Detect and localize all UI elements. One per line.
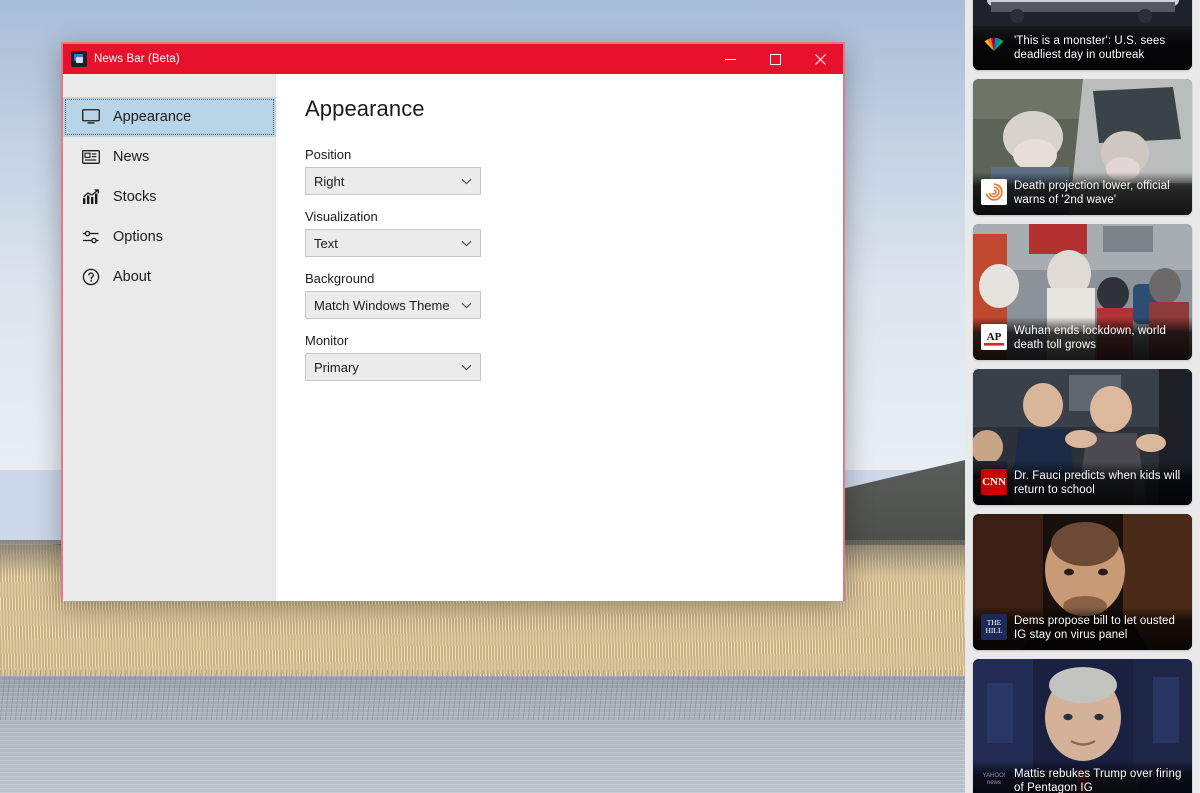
news-headline: 'This is a monster': U.S. sees deadliest… bbox=[1014, 35, 1166, 61]
news-card[interactable]: Death projection lower, official warns o… bbox=[973, 79, 1192, 215]
dropdown-value: Text bbox=[314, 235, 338, 251]
sidebar-item-label: Options bbox=[113, 228, 163, 245]
cnn-logo: CNN bbox=[981, 469, 1007, 495]
news-headline: Mattis rebukes Trump over firing of Pent… bbox=[1014, 768, 1182, 793]
window-controls bbox=[708, 44, 843, 74]
chevron-down-icon bbox=[461, 234, 472, 252]
news-headline: Dr. Fauci predicts when kids will return… bbox=[1014, 470, 1181, 496]
chevron-down-icon bbox=[461, 296, 472, 314]
news-overlay: 'This is a monster': U.S. sees deadliest… bbox=[973, 27, 1192, 70]
sidebar-item-label: Appearance bbox=[113, 108, 192, 125]
minimize-button[interactable] bbox=[708, 44, 753, 74]
position-dropdown[interactable]: Right bbox=[305, 167, 481, 195]
close-button[interactable] bbox=[798, 44, 843, 74]
news-headline: Dems propose bill to let ousted IG stay … bbox=[1014, 615, 1175, 641]
title-bar[interactable]: News Bar (Beta) bbox=[63, 44, 843, 74]
window-body: Appearance News Stocks Options About App… bbox=[63, 74, 843, 601]
newspaper-icon bbox=[81, 147, 101, 167]
sidebar-item-label: News bbox=[113, 148, 150, 165]
news-bar-settings-window: News Bar (Beta) Appearance News Stocks O… bbox=[61, 42, 845, 601]
news-headline: Death projection lower, official warns o… bbox=[1014, 180, 1170, 206]
sidebar-item-stocks[interactable]: Stocks bbox=[63, 177, 276, 217]
yahoo-spiral-logo bbox=[981, 179, 1007, 205]
news-overlay: AP Wuhan ends lockdown, world death toll… bbox=[973, 317, 1192, 360]
news-card[interactable]: THE HILL Dems propose bill to let ousted… bbox=[973, 514, 1192, 650]
maximize-icon bbox=[770, 53, 781, 65]
visualization-dropdown[interactable]: Text bbox=[305, 229, 481, 257]
background-dropdown[interactable]: Match Windows Theme bbox=[305, 291, 481, 319]
field-visualization: Visualization Text bbox=[305, 209, 843, 257]
dropdown-value: Match Windows Theme bbox=[314, 297, 450, 313]
news-headline: Wuhan ends lockdown, world death toll gr… bbox=[1014, 325, 1166, 351]
nbc-peacock-logo bbox=[981, 34, 1007, 60]
news-card[interactable]: CNN Dr. Fauci predicts when kids will re… bbox=[973, 369, 1192, 505]
svg-text:AP: AP bbox=[987, 331, 1002, 343]
news-overlay: Death projection lower, official warns o… bbox=[973, 172, 1192, 215]
news-card[interactable]: YAHOO! news Mattis rebukes Trump over fi… bbox=[973, 659, 1192, 793]
monitor-dropdown[interactable]: Primary bbox=[305, 353, 481, 381]
field-background: Background Match Windows Theme bbox=[305, 271, 843, 319]
app-icon bbox=[71, 51, 87, 67]
field-label: Position bbox=[305, 147, 352, 162]
sidebar-item-options[interactable]: Options bbox=[63, 217, 276, 257]
dropdown-value: Right bbox=[314, 173, 345, 189]
news-card[interactable]: AP Wuhan ends lockdown, world death toll… bbox=[973, 224, 1192, 360]
yahoo-news-logo-line2: news bbox=[986, 780, 1001, 786]
maximize-button[interactable] bbox=[753, 44, 798, 74]
chart-line-icon bbox=[81, 187, 101, 207]
yahoo-news-logo: YAHOO! news bbox=[981, 767, 1007, 793]
page-title: Appearance bbox=[305, 96, 425, 121]
field-label: Background bbox=[305, 271, 375, 286]
the-hill-logo-line2: HILL bbox=[985, 626, 1003, 635]
yahoo-news-logo-line1: YAHOO! bbox=[982, 773, 1006, 779]
news-overlay: YAHOO! news Mattis rebukes Trump over fi… bbox=[973, 760, 1192, 793]
news-card[interactable]: 'This is a monster': U.S. sees deadliest… bbox=[973, 0, 1192, 70]
field-position: Position Right bbox=[305, 147, 843, 195]
chevron-down-icon bbox=[461, 172, 472, 190]
sidebar-item-label: Stocks bbox=[113, 188, 157, 205]
sidebar-item-label: About bbox=[113, 268, 151, 285]
close-icon bbox=[815, 53, 826, 65]
dropdown-value: Primary bbox=[314, 359, 359, 375]
sidebar-item-appearance[interactable]: Appearance bbox=[63, 97, 276, 137]
question-circle-icon bbox=[81, 267, 101, 287]
chevron-down-icon bbox=[461, 358, 472, 376]
window-title: News Bar (Beta) bbox=[94, 53, 180, 65]
sidebar-navigation: Appearance News Stocks Options About bbox=[63, 74, 276, 601]
sidebar-item-about[interactable]: About bbox=[63, 257, 276, 297]
news-overlay: THE HILL Dems propose bill to let ousted… bbox=[973, 607, 1192, 650]
sidebar-item-news[interactable]: News bbox=[63, 137, 276, 177]
minimize-icon bbox=[725, 58, 736, 60]
field-label: Monitor bbox=[305, 333, 349, 348]
settings-content: Appearance Position Right Visualization … bbox=[276, 74, 843, 601]
field-monitor: Monitor Primary bbox=[305, 333, 843, 381]
news-bar-panel: 'This is a monster': U.S. sees deadliest… bbox=[965, 0, 1200, 793]
the-hill-logo: THE HILL bbox=[981, 614, 1007, 640]
news-overlay: CNN Dr. Fauci predicts when kids will re… bbox=[973, 462, 1192, 505]
monitor-icon bbox=[81, 107, 101, 127]
sliders-icon bbox=[81, 227, 101, 247]
ap-logo: AP bbox=[981, 324, 1007, 350]
field-label: Visualization bbox=[305, 209, 378, 224]
